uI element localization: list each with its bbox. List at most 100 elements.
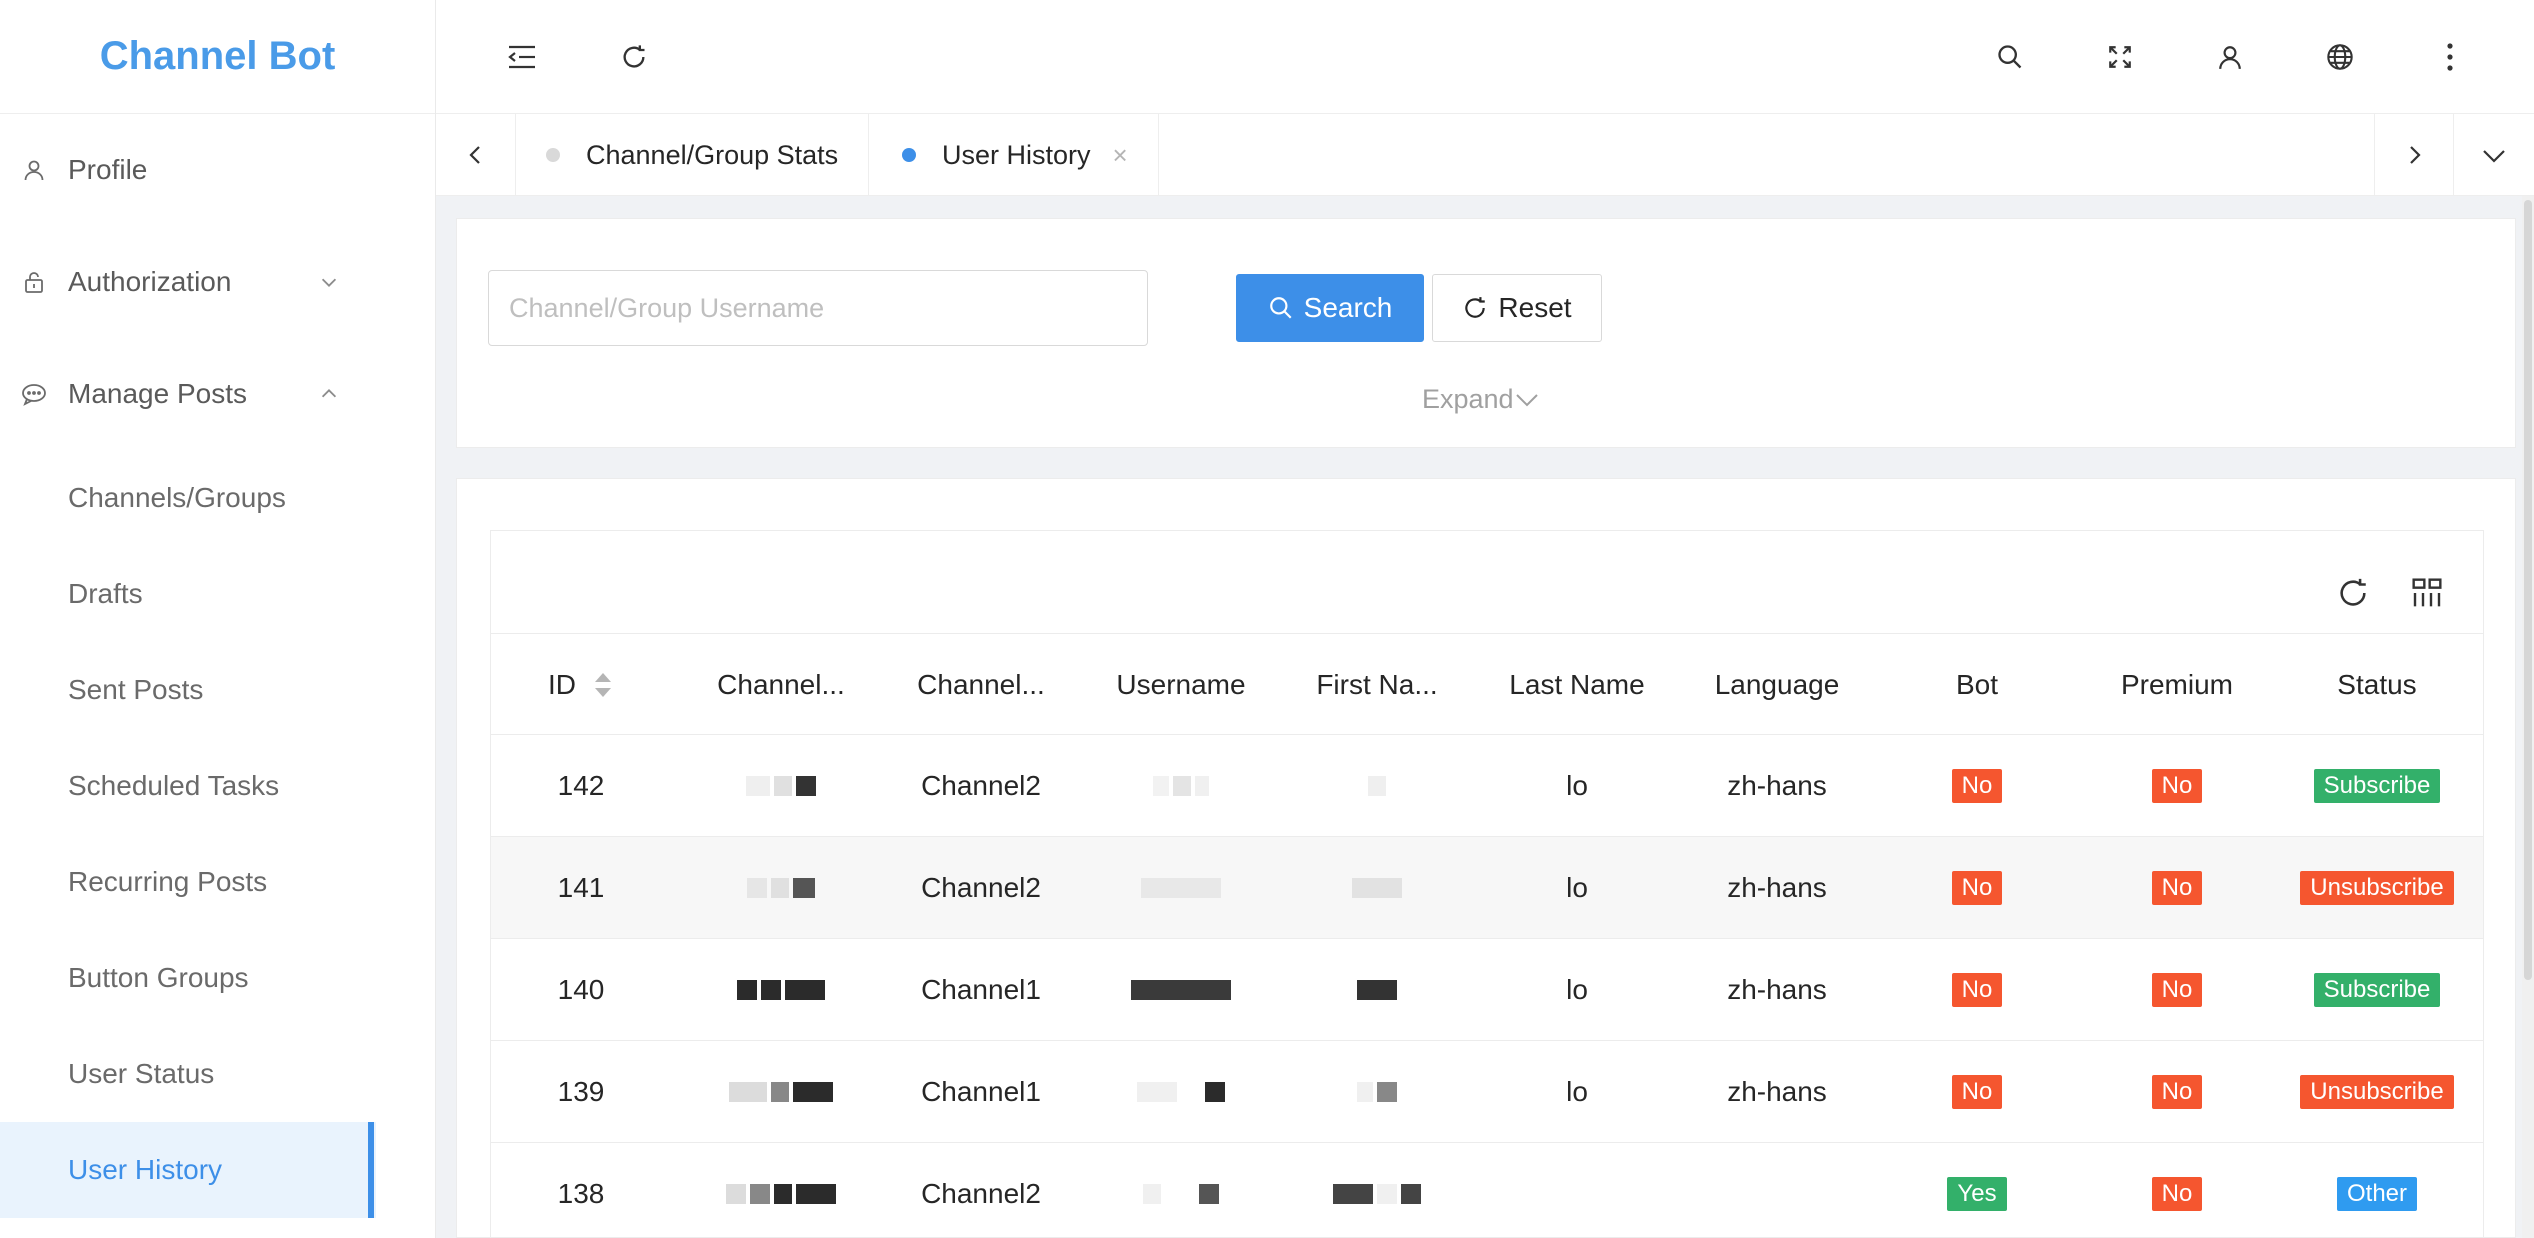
sidebar-item-profile[interactable]: Profile <box>0 122 436 218</box>
cell-channel: Channel1 <box>921 974 1041 1005</box>
globe-icon[interactable] <box>2316 33 2364 81</box>
cell-redacted <box>1277 939 1477 1041</box>
cell-language: zh-hans <box>1727 1076 1827 1107</box>
reset-button-label: Reset <box>1498 292 1572 323</box>
channel-username-input[interactable] <box>488 270 1148 346</box>
search-icon[interactable] <box>1986 33 2034 81</box>
tab-channel-group-stats[interactable]: Channel/Group Stats <box>516 114 870 196</box>
premium-badge: No <box>2151 769 2203 803</box>
fullscreen-icon[interactable] <box>2096 33 2144 81</box>
cell-premium: No <box>2077 1041 2277 1143</box>
sort-icon[interactable] <box>592 671 614 699</box>
chevron-up-icon <box>318 380 340 412</box>
chat-icon <box>20 380 48 408</box>
cell-premium: No <box>2077 735 2277 837</box>
table-row[interactable]: 139 Channel1 lo zh-hans No No Unsubscrib… <box>491 1041 2483 1143</box>
column-label: Status <box>2337 669 2417 700</box>
table-refresh-icon[interactable] <box>2331 571 2375 615</box>
column-header-language[interactable]: Language <box>1677 634 1877 736</box>
cell-redacted <box>1081 837 1281 939</box>
sidebar-item-drafts[interactable]: Drafts <box>0 546 436 642</box>
close-icon[interactable]: × <box>1113 140 1128 171</box>
tab-label: User History <box>942 139 1091 170</box>
expand-toggle[interactable]: Expand <box>1422 384 1540 415</box>
table-header: ID Channel... Channel... Username First … <box>491 633 2483 736</box>
column-header-channel-1[interactable]: Channel... <box>681 634 881 736</box>
cell-redacted <box>1277 735 1477 837</box>
cell-channel: Channel2 <box>921 770 1041 801</box>
column-header-bot[interactable]: Bot <box>1877 634 2077 736</box>
cell-bot: No <box>1877 735 2077 837</box>
cell-last-name <box>1477 1143 1677 1237</box>
column-header-premium[interactable]: Premium <box>2077 634 2277 736</box>
user-icon[interactable] <box>2206 33 2254 81</box>
column-label: Last Name <box>1509 669 1645 700</box>
premium-badge: No <box>2151 871 2203 905</box>
tab-user-history[interactable]: User History × <box>872 114 1159 196</box>
cell-redacted <box>681 837 881 939</box>
cell-redacted <box>1277 837 1477 939</box>
sidebar-item-button-groups[interactable]: Button Groups <box>0 930 436 1026</box>
sidebar-item-label: User Status <box>68 1058 215 1089</box>
column-label: Channel... <box>717 669 845 700</box>
cell-redacted <box>1081 735 1281 837</box>
sidebar-item-label: User History <box>68 1154 223 1185</box>
cell-bot: No <box>1877 939 2077 1041</box>
cell-redacted <box>1081 1041 1281 1143</box>
sidebar-item-channels-groups[interactable]: Channels/Groups <box>0 450 436 546</box>
tab-dropdown[interactable] <box>2454 114 2534 196</box>
search-button-label: Search <box>1303 292 1393 323</box>
reset-button[interactable]: Reset <box>1432 274 1602 342</box>
cell-redacted <box>681 735 881 837</box>
chevron-right-icon <box>2410 146 2421 164</box>
sidebar-item-scheduled-tasks[interactable]: Scheduled Tasks <box>0 738 436 834</box>
cell-language: zh-hans <box>1727 872 1827 903</box>
sidebar-item-user-status[interactable]: User Status <box>0 1026 436 1122</box>
sidebar-item-user-history[interactable]: User History <box>0 1122 376 1218</box>
data-table: ID Channel... Channel... Username First … <box>490 530 2484 1238</box>
sidebar-item-authorization[interactable]: Authorization <box>0 234 436 330</box>
sidebar-item-manage-posts[interactable]: Manage Posts <box>0 346 436 442</box>
table-row[interactable]: 140 Channel1 lo zh-hans No No Subscribe <box>491 939 2483 1041</box>
sidebar-item-label: Scheduled Tasks <box>68 770 280 801</box>
cell-premium: No <box>2077 837 2277 939</box>
cell-channel: Channel2 <box>921 1178 1041 1209</box>
column-label: Premium <box>2120 669 2233 700</box>
chevron-down-icon <box>1515 393 1538 406</box>
cell-channel: Channel2 <box>921 872 1041 903</box>
cell-language: zh-hans <box>1727 974 1827 1005</box>
page-scrollbar-thumb[interactable] <box>2524 200 2532 980</box>
sidebar-item-recurring-posts[interactable]: Recurring Posts <box>0 834 436 930</box>
tab-scroll-right[interactable] <box>2374 114 2454 196</box>
column-header-first-name[interactable]: First Na... <box>1277 634 1477 736</box>
menu-fold-icon[interactable] <box>498 33 546 81</box>
column-settings-icon[interactable] <box>2405 571 2449 615</box>
sidebar-item-sent-posts[interactable]: Sent Posts <box>0 642 436 738</box>
cell-redacted <box>1277 1143 1477 1237</box>
column-label: ID <box>548 669 576 700</box>
column-label: Username <box>1116 669 1246 700</box>
table-row[interactable]: 141 Channel2 lo zh-hans No No Unsubscrib… <box>491 837 2483 939</box>
brand[interactable]: Channel Bot <box>0 0 435 114</box>
column-header-id[interactable]: ID <box>531 634 631 736</box>
column-header-channel-2[interactable]: Channel... <box>881 634 1081 736</box>
table-row[interactable]: 138 Channel2 Yes No Other <box>491 1143 2483 1237</box>
column-header-username[interactable]: Username <box>1081 634 1281 736</box>
chevron-down-icon <box>318 268 340 300</box>
cell-redacted <box>681 939 881 1041</box>
table-row[interactable]: 142 Channel2 lo zh-hans No No Subscribe <box>491 735 2483 837</box>
column-header-last-name[interactable]: Last Name <box>1477 634 1677 736</box>
cell-redacted <box>681 1041 881 1143</box>
sidebar-item-label: Authorization <box>68 266 232 297</box>
search-button[interactable]: Search <box>1236 274 1424 342</box>
top-header <box>436 0 2534 114</box>
cell-last-name: lo <box>1566 770 1588 801</box>
status-badge: Unsubscribe <box>2300 871 2454 905</box>
chevron-down-icon <box>2483 150 2505 163</box>
cell-status: Other <box>2277 1143 2477 1237</box>
column-header-status[interactable]: Status <box>2277 634 2477 736</box>
tab-scroll-left[interactable] <box>436 114 516 196</box>
refresh-icon[interactable] <box>610 33 658 81</box>
tab-status-dot <box>902 148 916 162</box>
more-vertical-icon[interactable] <box>2426 33 2474 81</box>
